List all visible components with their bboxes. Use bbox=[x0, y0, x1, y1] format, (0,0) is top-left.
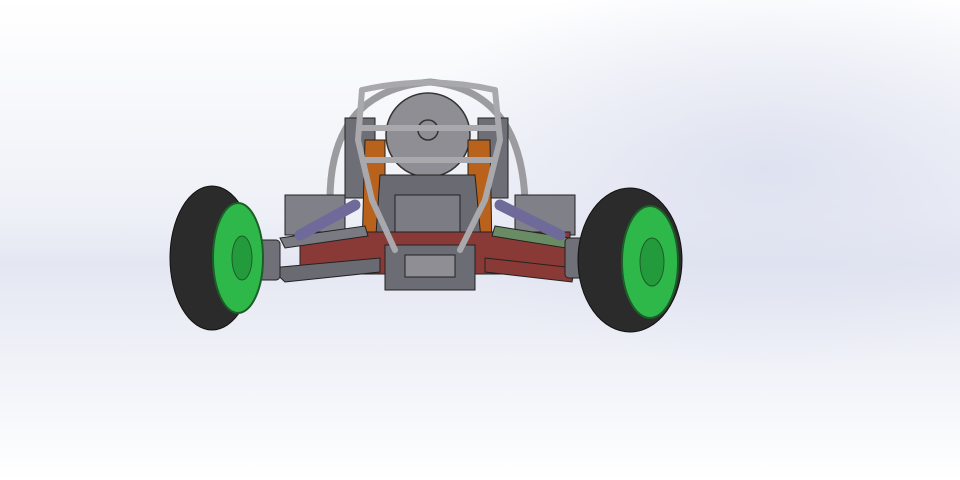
car-model bbox=[169, 78, 683, 333]
left-rim-center bbox=[231, 235, 253, 281]
bumper-mount bbox=[404, 254, 456, 278]
right-rim-center bbox=[639, 237, 665, 287]
cad-viewport[interactable] bbox=[0, 0, 960, 480]
right-wheel[interactable] bbox=[577, 187, 683, 333]
motor bbox=[385, 92, 471, 178]
left-wheel[interactable] bbox=[169, 185, 264, 331]
